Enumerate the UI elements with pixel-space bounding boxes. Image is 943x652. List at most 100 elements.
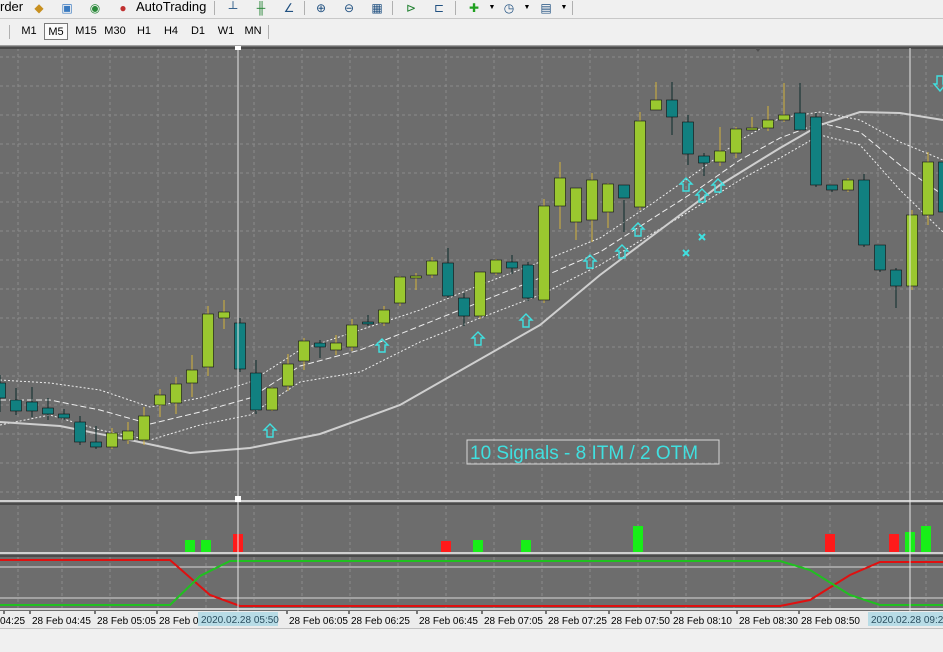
- candlestick: [907, 210, 918, 290]
- shift-marker-icon: [755, 48, 761, 52]
- candlestick: [795, 83, 806, 130]
- time-label: 28 Feb 06:25: [351, 616, 410, 627]
- candle-body: [107, 433, 118, 447]
- chevron-down-icon[interactable]: ▼: [484, 0, 500, 15]
- candle-body: [267, 388, 278, 410]
- candlestick: [251, 360, 262, 414]
- timeframe-button-m30[interactable]: M30: [101, 23, 129, 40]
- candle-body: [939, 162, 943, 212]
- time-label: 28 Feb 07:50: [611, 616, 670, 627]
- oscillator-lines: [0, 560, 943, 606]
- candlestick: [555, 162, 566, 229]
- signal-icon[interactable]: ◉: [87, 0, 103, 15]
- toolbar-separator: [304, 1, 305, 15]
- timeframe-button-d1[interactable]: D1: [186, 23, 210, 40]
- buy-arrow-icon: [472, 332, 484, 345]
- cross-marker-icon: [699, 234, 705, 240]
- candlestick: [395, 276, 406, 306]
- timeframe-button-w1[interactable]: W1: [214, 23, 238, 40]
- toolbar-separator: [455, 1, 456, 15]
- candle-body: [299, 341, 310, 361]
- new-order-button-label[interactable]: rder: [0, 0, 23, 14]
- zoom-in-icon[interactable]: ⊕: [313, 0, 329, 15]
- zoom-out-icon[interactable]: ⊖: [341, 0, 357, 15]
- autotrading-button[interactable]: AutoTrading: [136, 0, 206, 14]
- periods-icon[interactable]: ◷: [501, 0, 517, 15]
- candlestick-icon[interactable]: ╫: [253, 0, 269, 15]
- candlestick: [459, 293, 470, 326]
- autoscroll-icon[interactable]: ⊳: [403, 0, 419, 15]
- candlestick: [811, 113, 822, 187]
- candlesticks: [0, 82, 943, 449]
- candlestick: [107, 428, 118, 449]
- candlestick: [683, 115, 694, 165]
- timeframe-button-h1[interactable]: H1: [132, 23, 156, 40]
- timeframe-button-m15[interactable]: M15: [72, 23, 100, 40]
- indicators-icon[interactable]: ✚: [466, 0, 482, 15]
- candle-body: [699, 156, 710, 163]
- buy-arrow-icon: [264, 424, 276, 437]
- candle-body: [731, 129, 742, 153]
- line-chart-icon[interactable]: ∠: [281, 0, 297, 15]
- main-toolbar: rder ◆ ▣ ◉ ● AutoTrading ┴ ╫ ∠ ⊕ ⊖ ▦ ⊳ ⊏…: [0, 0, 943, 19]
- candlestick: [843, 178, 854, 192]
- candlestick: [299, 338, 310, 370]
- candlestick: [411, 273, 422, 290]
- candlestick: [43, 398, 54, 420]
- candle-body: [715, 151, 726, 162]
- candlestick: [91, 426, 102, 449]
- bar-chart-icon[interactable]: ┴: [225, 0, 241, 15]
- data-window-icon[interactable]: ▣: [59, 0, 75, 15]
- candle-body: [635, 121, 646, 207]
- time-label: 28 Feb 05: [159, 616, 204, 627]
- candle-body: [187, 370, 198, 383]
- timeframe-button-m5[interactable]: M5: [44, 23, 68, 40]
- candlestick: [379, 306, 390, 326]
- candle-body: [123, 431, 134, 440]
- chevron-down-icon[interactable]: ▼: [519, 0, 535, 15]
- candlestick: [315, 340, 326, 358]
- candle-body: [315, 343, 326, 347]
- histogram-bar-down: [825, 534, 835, 552]
- templates-icon[interactable]: ▤: [538, 0, 554, 15]
- chart-window[interactable]: 10 Signals - 8 ITM / 2 OTM 04:2528 Feb 0…: [0, 46, 943, 628]
- candle-body: [379, 310, 390, 323]
- time-label: 28 Feb 07:05: [484, 616, 543, 627]
- candle-body: [811, 117, 822, 185]
- crosshair-time-label: 2020.02.28 09:25: [871, 615, 943, 626]
- candle-body: [827, 185, 838, 190]
- candle-body: [235, 323, 246, 369]
- histogram-bar-up: [633, 526, 643, 552]
- timeframe-button-mn[interactable]: MN: [241, 23, 265, 40]
- candle-body: [875, 245, 886, 270]
- time-label: 28 Feb 04:45: [32, 616, 91, 627]
- histogram-bar-up: [201, 540, 211, 552]
- candlestick: [891, 268, 902, 308]
- market-watch-icon[interactable]: ◆: [31, 0, 47, 15]
- buy-arrow-icon: [696, 189, 708, 202]
- chart-shift-icon[interactable]: ⊏: [431, 0, 447, 15]
- timeframe-button-h4[interactable]: H4: [159, 23, 183, 40]
- candlestick: [763, 106, 774, 131]
- buy-arrow-icon: [520, 314, 532, 327]
- price-chart[interactable]: 10 Signals - 8 ITM / 2 OTM 04:2528 Feb 0…: [0, 46, 943, 628]
- chevron-down-icon[interactable]: ▼: [556, 0, 572, 15]
- candle-body: [667, 100, 678, 117]
- candlestick: [939, 160, 943, 213]
- candlestick: [491, 259, 502, 275]
- tile-windows-icon[interactable]: ▦: [369, 0, 385, 15]
- toolbar-grip: [9, 25, 10, 39]
- lower-band-line: [0, 135, 943, 440]
- candlestick: [203, 306, 214, 376]
- candlestick: [347, 319, 358, 351]
- candlestick: [779, 83, 790, 122]
- candle-body: [0, 383, 6, 398]
- candle-body: [507, 262, 518, 268]
- timeframe-button-m1[interactable]: M1: [17, 23, 41, 40]
- candle-body: [11, 400, 22, 411]
- candle-body: [747, 128, 758, 130]
- candlestick: [27, 387, 38, 417]
- candle-body: [859, 180, 870, 245]
- candle-body: [539, 206, 550, 300]
- middle-band-line: [0, 123, 943, 424]
